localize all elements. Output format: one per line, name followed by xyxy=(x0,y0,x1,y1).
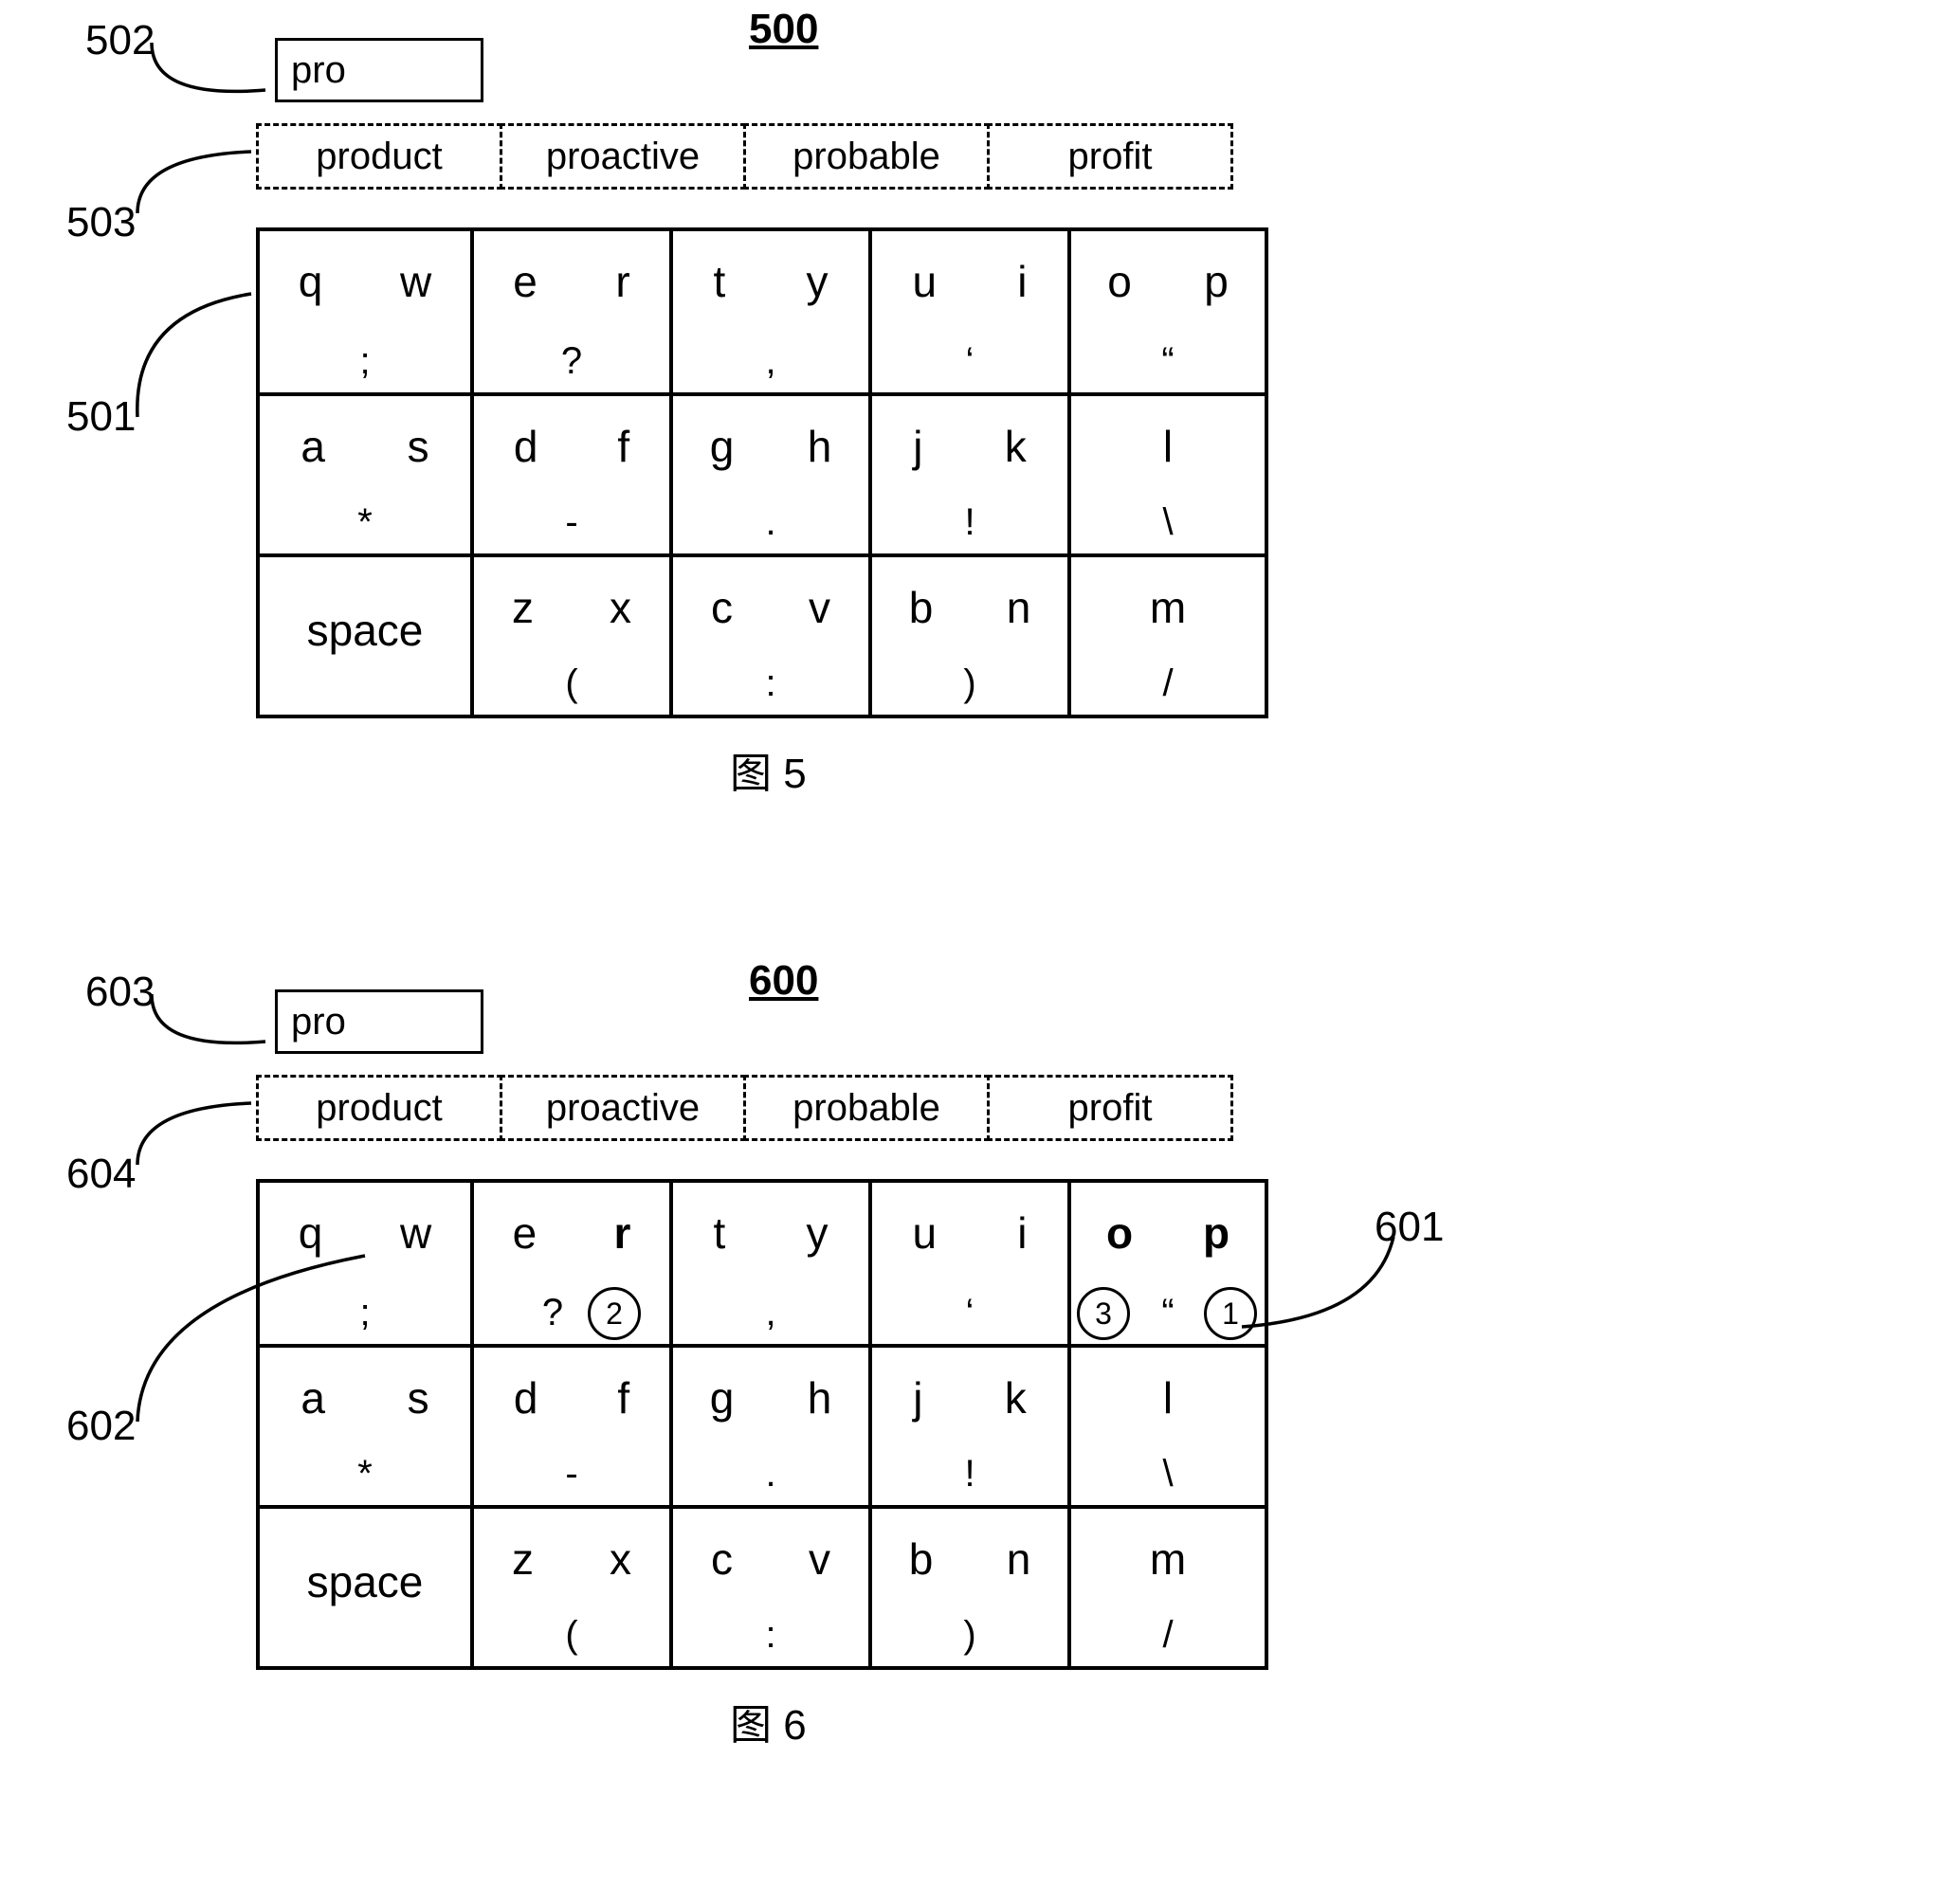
key-as[interactable]: as * xyxy=(260,1344,470,1505)
key-cv[interactable]: cv : xyxy=(669,1505,868,1666)
key-qw[interactable]: qw ; xyxy=(260,1183,470,1344)
key-op[interactable]: op “ 3 1 xyxy=(1067,1183,1265,1344)
leader-503 xyxy=(128,133,270,218)
key-qw[interactable]: qw ; xyxy=(260,231,470,392)
key-space[interactable]: space xyxy=(260,1505,470,1666)
figure-5-caption: 图 5 xyxy=(730,739,807,800)
key-as[interactable]: as * xyxy=(260,392,470,553)
keyboard: qw ; er ? 2 ty , ui ‘ op “ 3 1 xyxy=(256,1179,1268,1670)
text-input-value: pro xyxy=(291,49,346,92)
figure-6-number: 600 xyxy=(749,957,818,1005)
key-bn[interactable]: bn ) xyxy=(868,553,1067,715)
suggestion-3[interactable]: profit xyxy=(987,123,1233,190)
key-l[interactable]: l \ xyxy=(1067,392,1265,553)
key-m[interactable]: m / xyxy=(1067,553,1265,715)
key-cv[interactable]: cv : xyxy=(669,553,868,715)
suggestion-2[interactable]: probable xyxy=(743,1075,990,1141)
key-er[interactable]: er ? xyxy=(470,231,669,392)
key-zx[interactable]: zx ( xyxy=(470,553,669,715)
suggestion-2[interactable]: probable xyxy=(743,123,990,190)
suggestion-1[interactable]: proactive xyxy=(500,123,746,190)
suggestion-0[interactable]: product xyxy=(256,1075,502,1141)
key-er[interactable]: er ? 2 xyxy=(470,1183,669,1344)
key-op[interactable]: op “ xyxy=(1067,231,1265,392)
keyboard: qw ; er ? ty , ui ‘ op “ as * xyxy=(256,227,1268,718)
key-ty[interactable]: ty , xyxy=(669,231,868,392)
text-input[interactable]: pro xyxy=(275,38,483,102)
leader-502 xyxy=(142,28,284,114)
callout-501: 501 xyxy=(66,393,136,441)
key-ui[interactable]: ui ‘ xyxy=(868,1183,1067,1344)
key-space[interactable]: space xyxy=(260,553,470,715)
leader-501 xyxy=(128,275,270,417)
key-gh[interactable]: gh . xyxy=(669,1344,868,1505)
tap-order-2: 2 xyxy=(588,1287,641,1340)
key-jk[interactable]: jk ! xyxy=(868,1344,1067,1505)
leader-604 xyxy=(128,1084,270,1170)
callout-503: 503 xyxy=(66,199,136,246)
key-jk[interactable]: jk ! xyxy=(868,392,1067,553)
key-l[interactable]: l \ xyxy=(1067,1344,1265,1505)
key-zx[interactable]: zx ( xyxy=(470,1505,669,1666)
key-df[interactable]: df - xyxy=(470,392,669,553)
key-df[interactable]: df - xyxy=(470,1344,669,1505)
callout-602: 602 xyxy=(66,1403,136,1450)
key-ui[interactable]: ui ‘ xyxy=(868,231,1067,392)
suggestion-3[interactable]: profit xyxy=(987,1075,1233,1141)
text-input[interactable]: pro xyxy=(275,989,483,1054)
suggestion-row: product proactive probable profit xyxy=(256,1075,1233,1141)
callout-604: 604 xyxy=(66,1151,136,1198)
suggestion-1[interactable]: proactive xyxy=(500,1075,746,1141)
suggestion-row: product proactive probable profit xyxy=(256,123,1233,190)
figure-6-caption: 图 6 xyxy=(730,1691,807,1751)
key-ty[interactable]: ty , xyxy=(669,1183,868,1344)
key-bn[interactable]: bn ) xyxy=(868,1505,1067,1666)
tap-order-3: 3 xyxy=(1077,1287,1130,1340)
suggestion-0[interactable]: product xyxy=(256,123,502,190)
leader-603 xyxy=(142,980,284,1065)
key-gh[interactable]: gh . xyxy=(669,392,868,553)
key-m[interactable]: m / xyxy=(1067,1505,1265,1666)
text-input-value: pro xyxy=(291,1001,346,1043)
tap-order-1: 1 xyxy=(1204,1287,1257,1340)
figure-5-number: 500 xyxy=(749,6,818,53)
